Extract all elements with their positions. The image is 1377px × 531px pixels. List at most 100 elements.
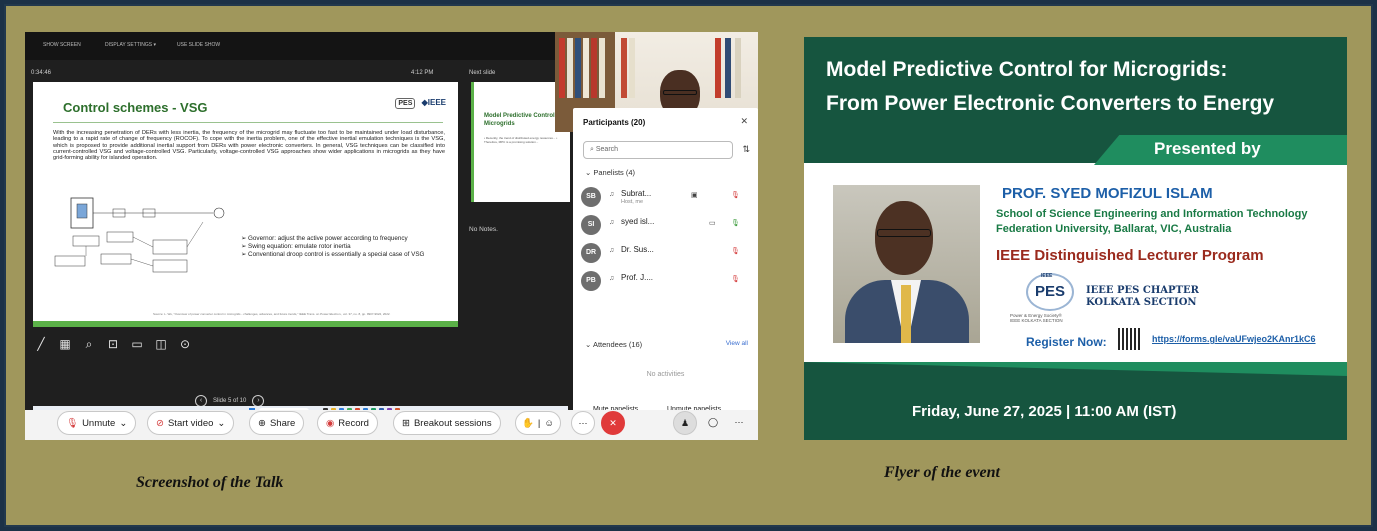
- register-label: Register Now:: [1026, 335, 1107, 349]
- flyer-title-line2: From Power Electronic Converters to Ener…: [826, 92, 1275, 115]
- separator: |: [537, 417, 541, 429]
- unmute-label: Unmute: [82, 417, 116, 429]
- start-video-button[interactable]: ⊘ Start video ⌄: [147, 411, 235, 435]
- more-icon[interactable]: ⋯: [727, 411, 751, 435]
- more-options-icon[interactable]: ⋯: [571, 411, 595, 435]
- event-time: 11:00 AM (IST): [1074, 403, 1177, 420]
- mic-icon[interactable]: 🎙: [731, 219, 740, 227]
- use-slide-show-button[interactable]: USE SLIDE SHOW: [177, 42, 220, 48]
- book: [599, 38, 605, 98]
- headset-icon: ♫: [609, 275, 615, 282]
- flyer-footer: Friday, June 27, 2025 | 11:00 AM (IST): [804, 362, 1347, 440]
- frame: SHOW SCREEN DISPLAY SETTINGS ▾ USE SLIDE…: [4, 4, 1373, 527]
- pes-section: IEEE KOLKATA SECTION: [1010, 318, 1063, 323]
- participants-icon[interactable]: ♟: [673, 411, 697, 435]
- panelist-name: syed isl...: [621, 217, 655, 226]
- more-options-icon[interactable]: ⊙: [177, 337, 193, 357]
- speaker-head: [875, 201, 933, 275]
- slide-title: Control schemes - VSG: [63, 100, 208, 115]
- sort-icon[interactable]: ⇅: [742, 144, 750, 155]
- register-link[interactable]: https://forms.gle/vaUFwjeo2KAnr1kC6: [1152, 334, 1316, 344]
- speaker-affiliation: School of Science Engineering and Inform…: [996, 207, 1308, 237]
- qr-code-icon: [1118, 328, 1140, 350]
- chevron-down-icon: ⌄: [119, 417, 128, 429]
- avatar: SI: [581, 215, 601, 235]
- panelist-name: Dr. Sus...: [621, 245, 654, 254]
- slide-source: Source: L. Wu, "Overview of power conver…: [153, 312, 391, 316]
- slide-divider: [53, 122, 443, 123]
- book: [591, 38, 597, 98]
- left-caption: Screenshot of the Talk: [136, 474, 284, 491]
- display-settings-button[interactable]: DISPLAY SETTINGS ▾: [105, 42, 156, 48]
- muted-mic-icon: 🎙: [66, 417, 79, 429]
- video-off-icon: ⊘: [156, 417, 164, 429]
- panelist-row[interactable]: DR ♫ Dr. Sus... 🎙: [581, 242, 756, 264]
- close-icon[interactable]: ✕: [740, 116, 748, 127]
- event-date-time: Friday, June 27, 2025 | 11:00 AM (IST): [912, 403, 1176, 420]
- view-all-link[interactable]: View all: [726, 340, 748, 347]
- slide-logo: PES ◆IEEE: [395, 98, 446, 109]
- pes-logo-ieee: IEEE: [1041, 273, 1053, 279]
- slide-bullets: Governor: adjust the active power accord…: [241, 235, 424, 259]
- muted-mic-icon[interactable]: 🎙: [731, 247, 740, 255]
- avatar: SB: [581, 187, 601, 207]
- vsg-block-diagram: [54, 197, 225, 273]
- speaker-name: PROF. SYED MOFIZUL ISLAM: [1002, 185, 1213, 202]
- right-caption: Flyer of the event: [884, 464, 1000, 481]
- video-icon: ▭: [709, 220, 716, 227]
- flyer-title-line1: Model Predictive Control for Microgrids:: [826, 58, 1228, 81]
- camera-toggle-icon[interactable]: ◫: [153, 337, 169, 357]
- panelist-row[interactable]: SI ♫ syed isl... ▭ 🎙: [581, 214, 756, 236]
- subtitles-icon[interactable]: ⊡: [105, 337, 121, 357]
- headset-icon: ♫: [609, 191, 615, 198]
- leave-meeting-icon[interactable]: ✕: [601, 411, 625, 435]
- unmute-button[interactable]: 🎙 Unmute ⌄: [57, 411, 137, 435]
- panelists-section[interactable]: ⌄ Panelists (4): [585, 168, 635, 177]
- breakout-sessions-button[interactable]: ⊞ Breakout sessions: [393, 411, 501, 435]
- program-name: IEEE Distinguished Lecturer Program: [996, 247, 1264, 264]
- screen-icon[interactable]: ▭: [129, 337, 145, 357]
- headset-icon: ♫: [609, 219, 615, 226]
- share-icon: ▣: [691, 192, 698, 199]
- book: [629, 38, 635, 98]
- meeting-controls: 🎙 Unmute ⌄ ⊘ Start video ⌄ ⊕ Share ◉ Rec…: [25, 411, 758, 440]
- book: [735, 38, 741, 98]
- chapter-line1: IEEE PES CHAPTER: [1086, 285, 1199, 296]
- book: [559, 38, 565, 98]
- slide-bullet: Conventional droop control is essentiall…: [241, 251, 424, 259]
- headset-icon: ♫: [609, 247, 615, 254]
- zoom-icon[interactable]: ⌕: [81, 337, 97, 357]
- panelist-name: Prof. J....: [621, 273, 654, 282]
- share-icon: ⊕: [258, 417, 266, 429]
- panelist-row[interactable]: PB ♫ Prof. J.... 🎙: [581, 270, 756, 292]
- record-label: Record: [338, 417, 369, 429]
- event-flyer: Model Predictive Control for Microgrids:…: [804, 37, 1347, 440]
- slide-body: With the increasing penetration of DERs …: [53, 130, 445, 162]
- footer-stripe: [804, 362, 1347, 376]
- current-slide: Control schemes - VSG PES ◆IEEE With the…: [33, 82, 458, 327]
- slides-grid-icon[interactable]: ▦: [57, 337, 73, 357]
- pen-icon[interactable]: ╱: [33, 337, 49, 357]
- panelists-label: Panelists (4): [593, 168, 636, 177]
- pes-subtitle: Power & Energy Society® IEEE KOLKATA SEC…: [1010, 313, 1063, 323]
- show-screen-button[interactable]: SHOW SCREEN: [43, 42, 81, 48]
- slide-bullet: Governor: adjust the active power accord…: [241, 235, 424, 243]
- panelist-name: Subrat...: [621, 189, 652, 198]
- attendees-section[interactable]: ⌄ Attendees (16): [585, 340, 642, 349]
- chevron-down-icon: ⌄: [217, 417, 226, 429]
- reactions-button[interactable]: ✋ | ☺: [515, 411, 562, 435]
- book: [575, 38, 581, 98]
- chapter-line2: KOLKATA SECTION: [1086, 297, 1197, 308]
- record-button[interactable]: ◉ Record: [317, 411, 378, 435]
- panelist-row[interactable]: SB ♫ Subrat... Host, me ▣ 🎙: [581, 186, 756, 208]
- flyer-title: Model Predictive Control for Microgrids:…: [826, 53, 1274, 121]
- no-activities-text: No activities: [646, 371, 685, 378]
- share-button[interactable]: ⊕ Share: [249, 411, 305, 435]
- chat-icon[interactable]: ◯: [701, 411, 725, 435]
- muted-mic-icon[interactable]: 🎙: [731, 275, 740, 283]
- slide-counter: Slide 5 of 10: [213, 398, 247, 404]
- book: [583, 38, 589, 98]
- participants-search-input[interactable]: ⌕ Search: [583, 141, 733, 159]
- attendees-label: Attendees (16): [592, 340, 643, 349]
- muted-mic-icon[interactable]: 🎙: [731, 191, 740, 199]
